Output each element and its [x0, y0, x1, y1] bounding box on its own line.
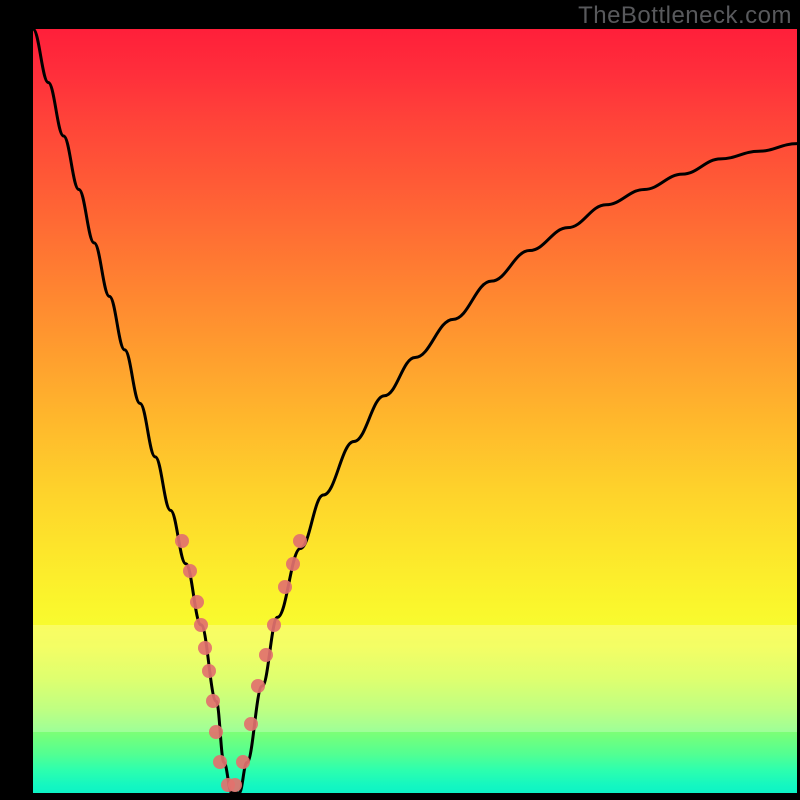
chart-dot — [175, 534, 189, 548]
chart-dot — [190, 595, 204, 609]
chart-dot — [198, 641, 212, 655]
chart-dot — [278, 580, 292, 594]
chart-dot — [251, 679, 265, 693]
chart-dot — [221, 778, 235, 792]
chart-frame: TheBottleneck.com — [0, 0, 800, 800]
chart-dot — [202, 664, 216, 678]
chart-dot — [267, 618, 281, 632]
chart-dot — [244, 717, 258, 731]
chart-dot — [213, 755, 227, 769]
chart-dot — [194, 618, 208, 632]
watermark-text: TheBottleneck.com — [578, 2, 792, 30]
chart-dot — [293, 534, 307, 548]
chart-dot — [236, 755, 250, 769]
chart-dot — [259, 648, 273, 662]
highlight-band — [33, 625, 797, 732]
chart-curve — [33, 29, 797, 793]
chart-plot-area — [33, 29, 797, 793]
chart-dot — [286, 557, 300, 571]
chart-dot — [228, 778, 242, 792]
chart-dot — [209, 725, 223, 739]
chart-dot — [183, 564, 197, 578]
chart-dot — [206, 694, 220, 708]
